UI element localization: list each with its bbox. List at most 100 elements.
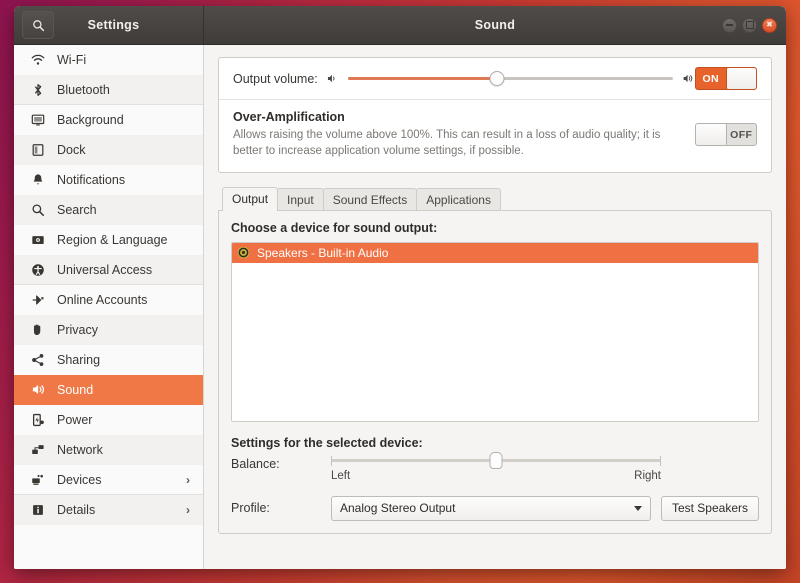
titlebar-main-section: Sound ✖: [204, 6, 786, 44]
sidebar-item-sharing[interactable]: Sharing: [14, 345, 203, 375]
settings-sidebar: Wi-Fi Bluetooth Background Dock Notifica…: [14, 45, 204, 569]
dock-icon: [28, 143, 48, 157]
close-button[interactable]: ✖: [762, 17, 777, 33]
output-volume-label: Output volume:: [233, 71, 318, 86]
sidebar-item-label: Sharing: [57, 352, 101, 367]
sidebar-title: Settings: [87, 18, 140, 32]
tab-sound-effects[interactable]: Sound Effects: [322, 187, 418, 211]
chevron-right-icon: ›: [186, 502, 190, 517]
sidebar-item-label: Universal Access: [57, 262, 153, 277]
output-device-list[interactable]: Speakers - Built-in Audio: [231, 241, 759, 422]
tab-applications[interactable]: Applications: [416, 187, 501, 211]
privacy-hand-icon: [28, 323, 48, 337]
wifi-icon: [28, 53, 48, 67]
profile-dropdown[interactable]: Analog Stereo Output: [331, 495, 651, 521]
sidebar-item-notifications[interactable]: Notifications: [14, 165, 203, 195]
sidebar-item-network[interactable]: Network: [14, 435, 203, 465]
sidebar-item-label: Background: [57, 112, 124, 127]
sidebar-item-details[interactable]: Details ›: [14, 495, 203, 525]
volume-high-icon: [682, 72, 695, 85]
network-icon: [28, 443, 48, 457]
volume-low-icon: [326, 72, 339, 85]
sound-settings-content: Output volume: ON Over-Amplification All…: [204, 45, 786, 569]
toggle-label: OFF: [730, 128, 753, 141]
sound-tabs: Output Input Sound Effects Applications: [218, 186, 772, 211]
over-amplification-toggle[interactable]: OFF: [695, 123, 757, 147]
slider-endcap-left: [331, 455, 332, 466]
sidebar-item-bluetooth[interactable]: Bluetooth: [14, 75, 203, 105]
sidebar-item-region-language[interactable]: Region & Language: [14, 225, 203, 255]
test-speakers-button[interactable]: Test Speakers: [660, 495, 759, 521]
balance-slider-wrap: Left Right: [331, 452, 661, 482]
over-amplification-text: Over-Amplification Allows raising the vo…: [233, 110, 695, 160]
speaker-device-icon: [237, 246, 250, 259]
bluetooth-icon: [28, 83, 48, 97]
chevron-right-icon: ›: [186, 472, 190, 487]
universal-access-icon: [28, 263, 48, 277]
search-icon[interactable]: [22, 11, 54, 39]
toggle-handle: [725, 68, 756, 89]
sidebar-item-label: Devices: [57, 472, 102, 487]
sidebar-item-devices[interactable]: Devices ›: [14, 465, 203, 495]
profile-label: Profile:: [231, 501, 270, 516]
bell-icon: [28, 173, 48, 187]
sidebar-item-label: Network: [57, 442, 103, 457]
details-info-icon: [28, 503, 48, 517]
sidebar-item-background[interactable]: Background: [14, 105, 203, 135]
background-icon: [28, 113, 48, 127]
toggle-label: ON: [702, 72, 720, 85]
sidebar-item-label: Wi-Fi: [57, 52, 87, 67]
settings-window: Settings Sound ✖ Wi-Fi Bluetooth Backgro…: [14, 6, 786, 569]
desktop-background: Settings Sound ✖ Wi-Fi Bluetooth Backgro…: [0, 0, 800, 583]
balance-label: Balance:: [231, 456, 280, 471]
balance-end-labels: Left Right: [331, 470, 661, 482]
sidebar-item-power[interactable]: Power: [14, 405, 203, 435]
sidebar-item-label: Power: [57, 412, 93, 427]
tab-input[interactable]: Input: [277, 187, 324, 211]
output-volume-toggle[interactable]: ON: [695, 67, 757, 90]
window-body: Wi-Fi Bluetooth Background Dock Notifica…: [14, 45, 786, 569]
chevron-down-icon: [633, 505, 642, 511]
sharing-icon: [28, 353, 48, 367]
slider-knob[interactable]: [489, 71, 505, 86]
sidebar-item-dock[interactable]: Dock: [14, 135, 203, 165]
sound-icon: [28, 382, 48, 397]
output-volume-slider[interactable]: [347, 71, 673, 87]
sidebar-item-label: Sound: [57, 382, 94, 397]
sidebar-item-universal-access[interactable]: Universal Access: [14, 255, 203, 285]
online-accounts-icon: [28, 293, 48, 307]
sidebar-item-label: Region & Language: [57, 232, 168, 247]
over-amplification-row: Over-Amplification Allows raising the vo…: [219, 100, 771, 172]
profile-value: Analog Stereo Output: [340, 501, 456, 516]
sidebar-item-search[interactable]: Search: [14, 195, 203, 225]
sidebar-item-privacy[interactable]: Privacy: [14, 315, 203, 345]
sidebar-item-online-accounts[interactable]: Online Accounts: [14, 285, 203, 315]
slider-endcap-right: [660, 455, 661, 466]
output-volume-row: Output volume: ON: [219, 58, 771, 100]
magnifier-icon: [28, 203, 48, 217]
window-titlebar: Settings Sound ✖: [14, 6, 786, 45]
balance-slider[interactable]: [331, 452, 661, 470]
sidebar-item-label: Online Accounts: [57, 292, 148, 307]
power-icon: [28, 413, 48, 427]
window-controls: ✖: [722, 17, 777, 33]
minimize-button[interactable]: [722, 17, 737, 33]
maximize-button[interactable]: [742, 17, 757, 33]
balance-row: Balance: Left Right: [231, 452, 759, 482]
sidebar-item-wifi[interactable]: Wi-Fi: [14, 45, 203, 75]
over-amplification-title: Over-Amplification: [233, 110, 345, 124]
region-language-icon: [28, 233, 48, 247]
toggle-handle: [696, 124, 727, 146]
device-settings-label: Settings for the selected device:: [231, 435, 423, 450]
volume-panel: Output volume: ON Over-Amplification All…: [218, 57, 772, 173]
sidebar-item-label: Search: [57, 202, 97, 217]
titlebar-sidebar-section: Settings: [14, 6, 204, 44]
list-item[interactable]: Speakers - Built-in Audio: [232, 242, 758, 263]
sidebar-item-label: Dock: [57, 142, 86, 157]
output-tab-panel: Choose a device for sound output: Speake…: [218, 209, 772, 534]
choose-device-label: Choose a device for sound output:: [231, 220, 438, 235]
sidebar-item-sound[interactable]: Sound: [14, 375, 203, 405]
sidebar-item-label: Bluetooth: [57, 82, 110, 97]
tab-output[interactable]: Output: [222, 186, 279, 211]
slider-knob[interactable]: [489, 452, 503, 470]
